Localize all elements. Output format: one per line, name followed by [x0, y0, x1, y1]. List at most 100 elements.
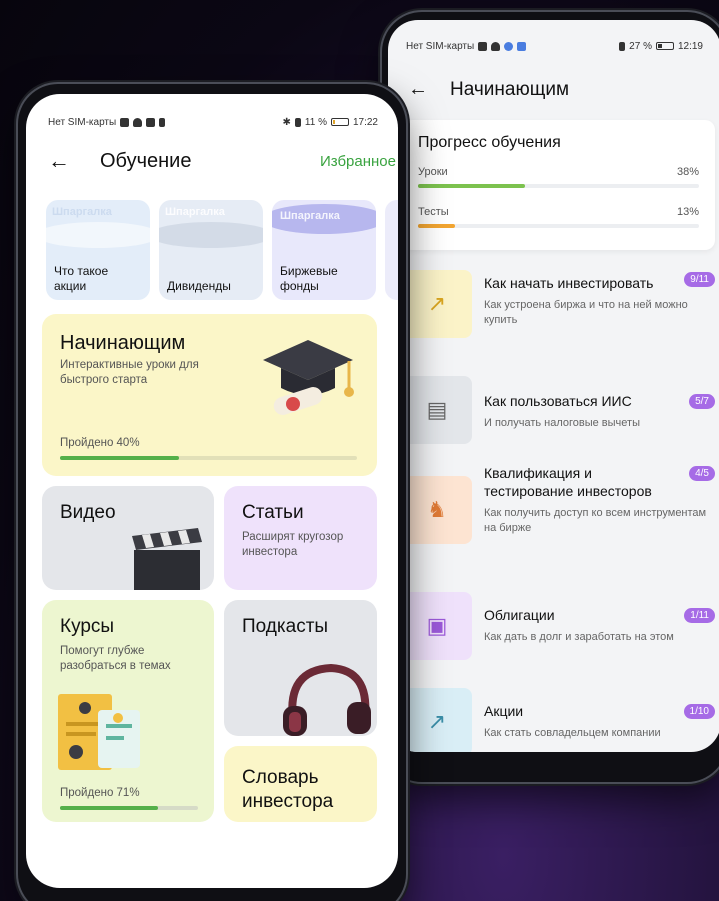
wifi-icon	[491, 41, 501, 51]
sim-status: Нет SIM-карты	[406, 40, 475, 52]
progress-value: 38%	[676, 166, 699, 178]
lesson-title: Квалификация и тестирование инвесторов	[484, 465, 652, 499]
tests-progress-fill	[418, 224, 455, 228]
lesson-progress-badge: 1/11	[684, 608, 715, 623]
cheatsheet-tag: Шпаргалка	[52, 206, 112, 218]
card-decoration	[159, 222, 263, 248]
graduation-cap-icon	[263, 340, 354, 415]
sim-status: Нет SIM-карты	[48, 116, 117, 128]
lesson-title: Как пользоваться ИИС	[484, 393, 632, 409]
bond-document-icon: ▣	[402, 592, 472, 660]
cheatsheet-card[interactable]: Шпаргалка Дивиденды	[159, 200, 263, 300]
card-title: Подкасты	[242, 616, 329, 637]
lesson-progress-badge: 1/10	[683, 704, 715, 719]
progress-row-tests: Тесты 13%	[418, 206, 699, 218]
beginners-screen: Нет SIM-карты 27 % 12:19 ← Начинающим Пр…	[388, 20, 719, 752]
cheatsheet-card[interactable]: Шпаргалка Биржевые фонды	[272, 200, 376, 300]
progress-label: Тесты	[418, 206, 449, 218]
lesson-desc: Как дать в долг и заработать на этом	[484, 631, 674, 643]
progress-title: Прогресс обучения	[418, 134, 561, 151]
card-title: Курсы	[60, 616, 115, 637]
chess-knight-icon: ♞	[402, 476, 472, 544]
page-title: Обучение	[100, 149, 192, 172]
bluetooth-icon: ✱	[282, 116, 291, 128]
page-title: Начинающим	[450, 78, 570, 100]
cheatsheet-title: Дивиденды	[167, 279, 231, 293]
card-decoration	[46, 222, 150, 248]
lesson-item[interactable]: ↗ Как начать инвестировать Как устроена …	[402, 270, 715, 348]
certificate-icon	[58, 694, 140, 770]
phone-front: Нет SIM-карты ✱ 11 % 17:22 ← Обучение Из…	[18, 84, 406, 901]
sim-icon	[478, 41, 488, 51]
courses-card[interactable]: Курсы Помогут глубже разобраться в темах…	[42, 600, 214, 822]
progress-label: Уроки	[418, 166, 448, 178]
headphones-icon	[283, 663, 371, 736]
status-bar: Нет SIM-карты ✱ 11 % 17:22	[26, 110, 398, 134]
battery-percent: 27 %	[629, 40, 652, 52]
card-desc: Помогут глубже разобраться в темах	[60, 645, 171, 672]
card-desc: Интерактивные уроки для быстрого старта	[60, 359, 199, 386]
cast-icon	[146, 117, 156, 127]
lessons-progress-fill	[418, 184, 525, 188]
lesson-item[interactable]: ↗ Акции Как стать совладельцем компании …	[402, 688, 715, 752]
lesson-title: Облигации	[484, 607, 555, 623]
lesson-progress-badge: 9/11	[684, 272, 715, 287]
vibrate-icon	[294, 117, 301, 127]
app-notification-icon	[517, 41, 527, 51]
clapperboard-icon	[132, 528, 202, 590]
clock: 17:22	[352, 116, 378, 128]
cheatsheet-tag: Шпаргалка	[280, 210, 340, 222]
favorites-link[interactable]: Избранное	[320, 153, 398, 170]
lesson-item[interactable]: ♞ Квалификация и тестирование инвесторов…	[402, 460, 715, 560]
beginners-progress-fill	[60, 456, 179, 460]
tests-progress-bar	[418, 224, 699, 228]
cheatsheet-title: Что такое акции	[54, 264, 109, 293]
card-title: Начинающим	[60, 332, 186, 354]
card-title: Статьи	[242, 502, 304, 523]
lesson-title: Акции	[484, 703, 524, 719]
lesson-desc: Как устроена биржа и что на ней можно ку…	[484, 299, 688, 326]
lesson-item[interactable]: ▣ Облигации Как дать в долг и заработать…	[402, 592, 715, 664]
sim-icon	[120, 117, 130, 127]
progress-label: Пройдено 40%	[60, 437, 140, 449]
card-title: Словарь инвестора	[242, 767, 334, 812]
lesson-title: Как начать инвестировать	[484, 275, 654, 291]
articles-card[interactable]: Статьи Расширят кругозор инвестора	[224, 486, 377, 590]
progress-row-lessons: Уроки 38%	[418, 166, 699, 178]
card-desc: Расширят кругозор инвестора	[242, 531, 344, 558]
lesson-desc: И получать налоговые вычеты	[484, 417, 640, 429]
wallet-chart-icon: ▤	[402, 376, 472, 444]
lesson-progress-badge: 4/5	[689, 466, 715, 481]
screen-header: ← Начинающим	[408, 78, 569, 101]
battery-icon	[655, 42, 674, 50]
cheatsheet-card[interactable]: Шпаргалка Что такое акции	[46, 200, 150, 300]
courses-progress-fill	[60, 806, 158, 810]
lessons-progress-bar	[418, 184, 699, 188]
cheatsheet-title: Биржевые фонды	[280, 264, 338, 293]
lesson-desc: Как получить доступ ко всем инструментам…	[484, 507, 707, 534]
lesson-progress-badge: 5/7	[689, 394, 715, 409]
beginners-card[interactable]: Начинающим Интерактивные уроки для быстр…	[42, 314, 377, 476]
battery-percent: 11 %	[304, 116, 327, 128]
progress-value: 13%	[676, 206, 699, 218]
cheatsheet-card-partial[interactable]	[385, 200, 398, 300]
lesson-item[interactable]: ▤ Как пользоваться ИИС И получать налого…	[402, 376, 715, 448]
card-title: Видео	[60, 502, 116, 523]
video-card[interactable]: Видео	[42, 486, 214, 590]
glossary-card[interactable]: Словарь инвестора	[224, 746, 377, 822]
arrow-left-icon[interactable]: ←	[408, 78, 428, 101]
progress-label: Пройдено 71%	[60, 787, 140, 799]
learning-progress-card: Прогресс обучения Уроки 38% Тесты 13%	[402, 120, 715, 250]
beginners-progress-bar	[60, 456, 357, 460]
podcasts-card[interactable]: Подкасты	[224, 600, 377, 736]
status-bar: Нет SIM-карты 27 % 12:19	[388, 34, 719, 58]
trend-up-icon: ↗	[402, 688, 472, 752]
app-notification-icon	[504, 41, 514, 51]
arrow-left-icon[interactable]: ←	[48, 148, 70, 174]
battery-icon	[330, 118, 349, 126]
lock-icon	[159, 117, 166, 127]
courses-progress-bar	[60, 806, 198, 810]
clock: 12:19	[677, 40, 703, 52]
lesson-desc: Как стать совладельцем компании	[484, 727, 661, 739]
wifi-icon	[133, 117, 143, 127]
